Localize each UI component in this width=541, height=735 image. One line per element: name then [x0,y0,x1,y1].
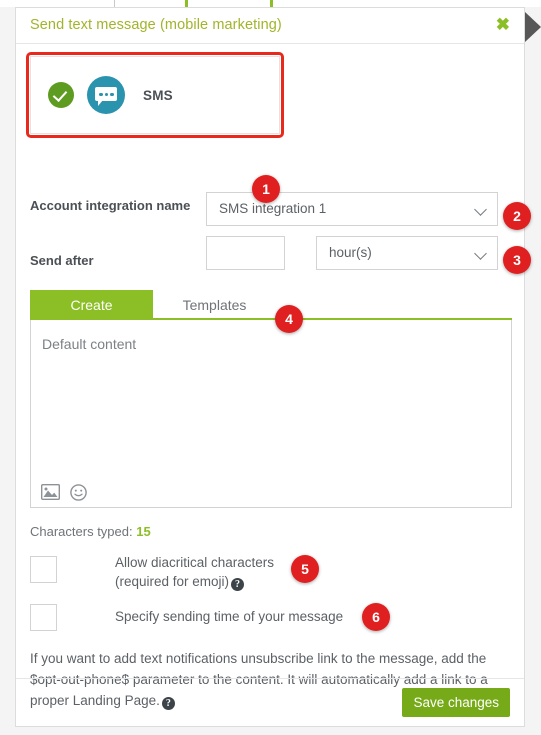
send-text-message-dialog: Send text message (mobile marketing) ✖ S… [15,7,531,727]
send-after-unit-value: hour(s) [329,245,372,260]
editor-tabs: Create Templates [30,290,512,320]
send-after-unit-select[interactable]: hour(s) [316,236,498,270]
help-icon[interactable]: ? [231,578,245,591]
annotation-badge-5: 5 [291,555,319,583]
editor-placeholder-text: Default content [42,336,137,352]
pointer-arrow-icon [525,12,541,42]
send-after-amount-input[interactable] [206,236,285,270]
integration-label: Account integration name [30,198,191,213]
chevron-down-icon [474,247,487,260]
integration-select[interactable]: SMS integration 1 [206,192,498,226]
sms-bubble-icon [87,76,125,114]
send-after-label: Send after [30,253,94,268]
emoji-icon[interactable] [70,483,87,501]
dialog-header: Send text message (mobile marketing) ✖ [16,8,524,44]
character-counter-value: 15 [136,524,151,539]
background-tick-green-1 [185,0,188,7]
background-tick-green-2 [270,0,273,7]
channel-selector-wrapper: SMS [26,52,284,138]
allow-diacritical-line2: (required for emoji) [115,574,230,589]
tab-templates[interactable]: Templates [153,290,276,320]
tab-create[interactable]: Create [30,290,153,320]
editor-toolbar [31,477,511,507]
allow-diacritical-line1: Allow diacritical characters [115,555,275,570]
dialog-title: Send text message (mobile marketing) [30,17,282,33]
character-counter-label: Characters typed: [30,524,133,539]
channel-card-sms[interactable]: SMS [30,56,280,134]
annotation-badge-4: 4 [275,305,303,333]
channel-label: SMS [143,87,173,103]
dialog-footer: Save changes [16,678,524,726]
checkbox-allow-diacritical[interactable] [30,556,57,583]
allow-diacritical-label: Allow diacritical characters (required f… [115,553,375,591]
annotation-badge-1: 1 [252,175,280,203]
image-icon[interactable] [41,484,60,500]
annotation-badge-6: 6 [362,603,390,631]
close-icon[interactable]: ✖ [496,16,510,34]
annotation-badge-3: 3 [503,246,531,274]
checkbox-specify-sending-time[interactable] [30,604,57,631]
save-changes-button[interactable]: Save changes [402,688,510,717]
message-editor[interactable]: Default content [30,320,512,508]
chevron-down-icon [474,203,487,216]
specify-sending-time-label: Specify sending time of your message [115,609,344,624]
integration-select-value: SMS integration 1 [219,201,327,216]
annotation-badge-2: 2 [503,202,531,230]
character-counter: Characters typed: 15 [30,524,151,539]
background-tick-gray [114,0,115,7]
check-icon [48,82,74,108]
